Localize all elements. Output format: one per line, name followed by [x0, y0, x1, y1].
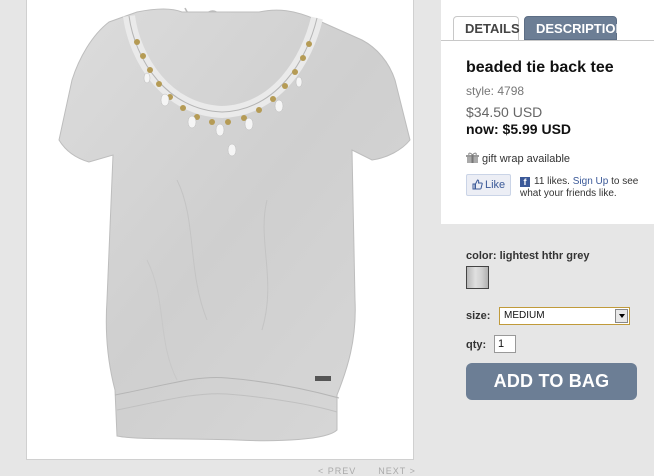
gift-wrap-note: gift wrap available	[466, 152, 570, 165]
product-title: beaded tie back tee	[466, 59, 614, 76]
original-price: $34.50 USD	[466, 104, 543, 120]
tab-details[interactable]: DETAILS	[453, 16, 520, 40]
thumbs-up-icon	[472, 179, 483, 190]
product-photo[interactable]	[26, 0, 414, 460]
color-label: color: lightest hthr grey	[466, 250, 590, 262]
facebook-like-count: f 11 likes. Sign Up to see what your frie…	[520, 176, 654, 200]
qty-input[interactable]: 1	[494, 335, 516, 353]
facebook-like-button[interactable]: Like	[466, 174, 511, 196]
next-link[interactable]: NEXT >	[378, 466, 416, 476]
gift-wrap-label: gift wrap available	[482, 153, 571, 165]
color-swatch[interactable]	[466, 266, 489, 289]
purchase-options: color: lightest hthr grey size: MEDIUM q…	[441, 224, 654, 476]
gift-icon	[466, 152, 479, 163]
prev-link[interactable]: < PREV	[318, 466, 356, 476]
tab-divider	[441, 40, 654, 41]
size-value: MEDIUM	[504, 310, 545, 321]
dropdown-arrow-icon[interactable]	[615, 309, 628, 323]
size-label: size:	[466, 310, 491, 322]
like-count: 11 likes.	[534, 176, 570, 187]
add-to-bag-button[interactable]: ADD TO BAG	[466, 363, 637, 400]
style-number: style: 4798	[466, 84, 525, 98]
like-label: Like	[485, 179, 506, 191]
qty-label: qty:	[466, 339, 487, 351]
image-pager: < PREV NEXT >	[318, 466, 438, 476]
product-details-panel: DETAILS DESCRIPTION beaded tie back tee …	[441, 0, 654, 476]
tshirt-image	[58, 7, 411, 442]
facebook-icon: f	[520, 177, 530, 187]
product-info: beaded tie back tee style: 4798 $34.50 U…	[466, 59, 654, 199]
size-select[interactable]: MEDIUM	[499, 307, 630, 325]
tab-description[interactable]: DESCRIPTION	[524, 16, 625, 40]
signup-link[interactable]: Sign Up	[573, 176, 609, 187]
sale-price: now: $5.99 USD	[466, 121, 572, 137]
